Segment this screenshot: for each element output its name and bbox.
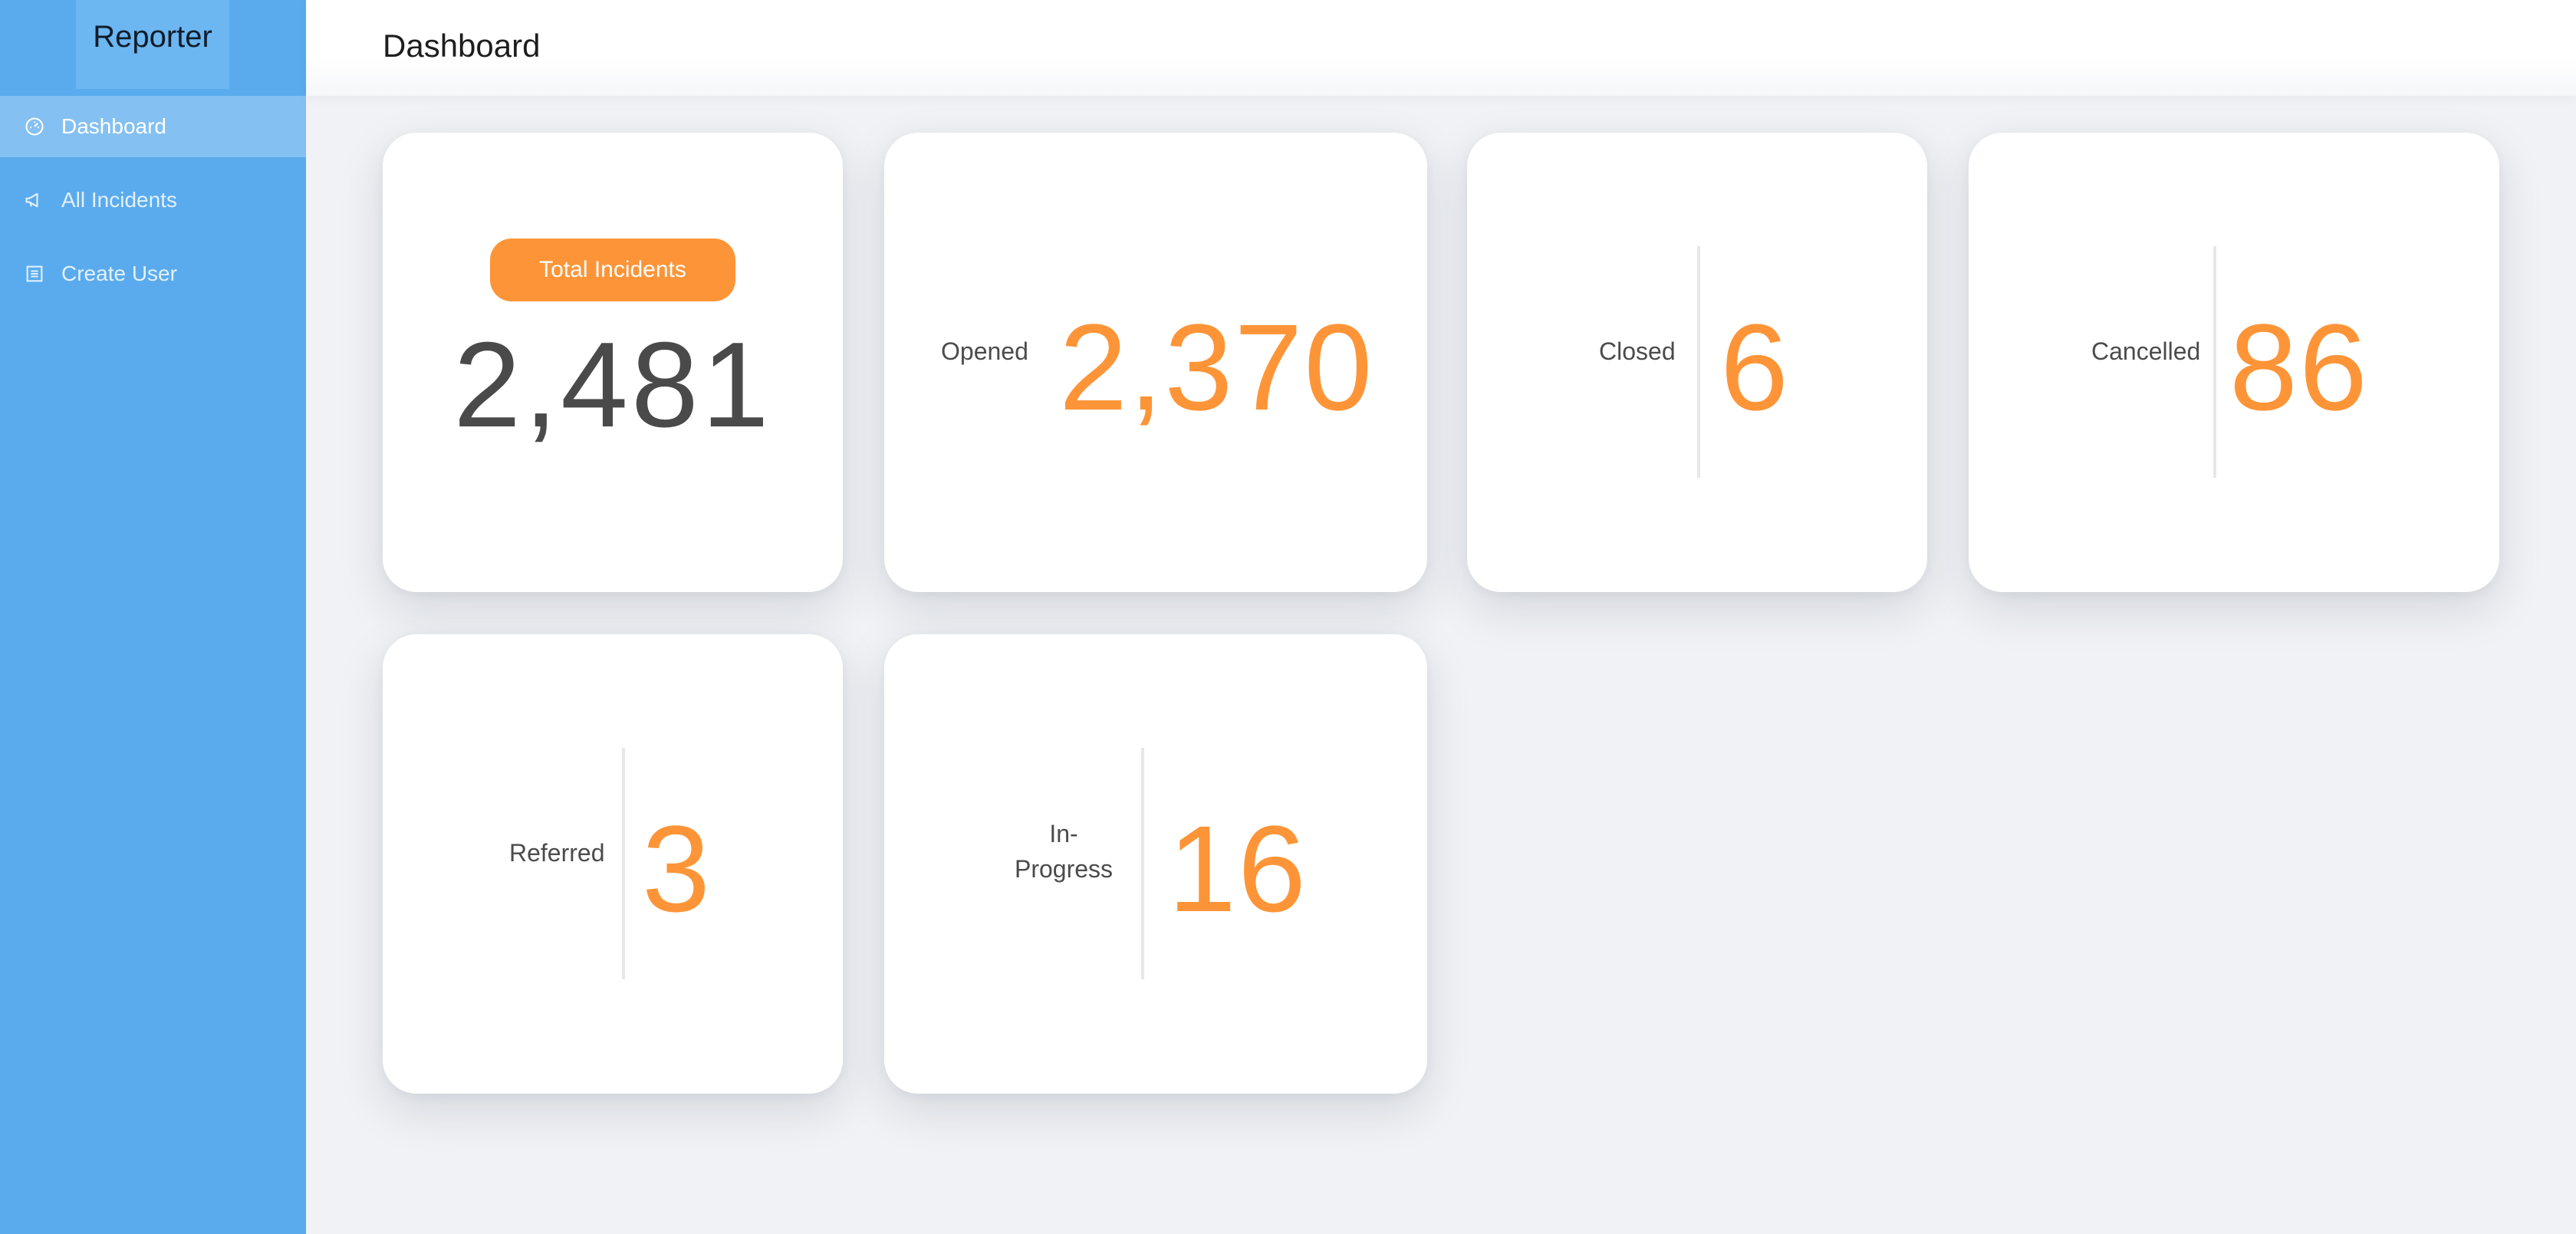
app-logo[interactable]: Reporter [76, 0, 229, 89]
cancelled-divider [2213, 246, 2216, 478]
dashboard-icon [23, 115, 46, 138]
closed-divider [1697, 246, 1700, 478]
in-progress-value: 16 [1168, 800, 1308, 937]
sidebar-item-create-user[interactable]: Create User [0, 243, 306, 304]
opened-value: 2,370 [1059, 298, 1374, 436]
cancelled-label: Cancelled [2091, 337, 2201, 365]
in-progress-label: In- Progress [1015, 816, 1113, 887]
sidebar-item-label: Dashboard [61, 114, 166, 138]
referred-divider [622, 748, 625, 979]
closed-label: Closed [1599, 337, 1676, 365]
in-progress-card: In- Progress 16 [884, 634, 1427, 1094]
referred-card: Referred 3 [383, 634, 843, 1094]
opened-label: Opened [941, 337, 1028, 365]
closed-value: 6 [1720, 298, 1790, 436]
referred-label: Referred [509, 839, 605, 867]
sidebar-item-label: All Incidents [61, 188, 177, 212]
cancelled-value: 86 [2229, 298, 2369, 436]
in-progress-divider [1141, 748, 1144, 979]
sidebar-item-all-incidents[interactable]: All Incidents [0, 169, 306, 231]
app-name: Reporter [93, 19, 212, 54]
sidebar-item-label: Create User [61, 262, 177, 285]
sidebar: Reporter Dashboard All Incidents Create … [0, 0, 306, 1234]
form-icon [23, 262, 46, 285]
total-incidents-badge[interactable]: Total Incidents [490, 239, 735, 301]
in-progress-label-line2: Progress [1015, 855, 1114, 883]
page-title: Dashboard [383, 28, 541, 64]
opened-card: Opened 2,370 [884, 133, 1427, 592]
in-progress-label-line1: In- [1049, 820, 1078, 847]
sidebar-item-dashboard[interactable]: Dashboard [0, 96, 306, 157]
cancelled-card: Cancelled 86 [1969, 133, 2499, 592]
megaphone-icon [23, 189, 46, 212]
closed-card: Closed 6 [1467, 133, 1927, 592]
total-incidents-card: Total Incidents 2,481 [383, 133, 843, 592]
referred-value: 3 [642, 800, 712, 937]
total-incidents-value: 2,481 [453, 318, 772, 452]
top-header: Dashboard [306, 0, 2576, 96]
